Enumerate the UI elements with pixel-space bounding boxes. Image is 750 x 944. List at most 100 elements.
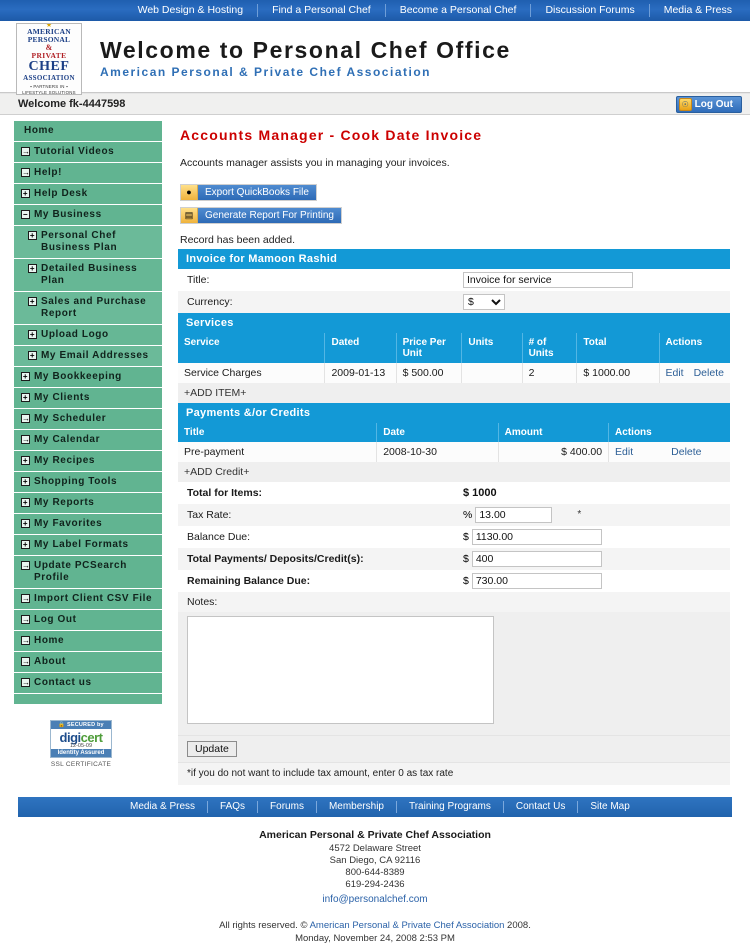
expand-icon[interactable]: + bbox=[21, 519, 30, 528]
sidebar-item-home-bottom[interactable]: → Home bbox=[14, 631, 162, 652]
sidebar-item-my-clients[interactable]: + My Clients bbox=[14, 388, 162, 409]
sidebar-item-my-bookkeeping[interactable]: + My Bookkeeping bbox=[14, 367, 162, 388]
ssl-certificate-badge[interactable]: 🔒 SECURED by digicert 12-05-09 Identity … bbox=[0, 720, 162, 768]
topnav-item-4[interactable]: Media & Press bbox=[650, 0, 746, 21]
tax-rate-input[interactable] bbox=[475, 506, 553, 523]
total-payments-input[interactable] bbox=[471, 550, 602, 567]
apcpa-logo[interactable]: ★ AMERICAN PERSONAL & PRIVATE CHEF ASSOC… bbox=[16, 23, 82, 95]
topnav-item-3[interactable]: Discussion Forums bbox=[531, 0, 648, 21]
export-icon: ● bbox=[181, 184, 198, 200]
expand-icon[interactable]: + bbox=[21, 189, 30, 198]
generate-report-button[interactable]: ▤ Generate Report For Printing bbox=[180, 206, 342, 224]
expand-icon[interactable]: → bbox=[21, 168, 30, 177]
expand-icon[interactable]: + bbox=[28, 231, 37, 240]
expand-icon[interactable]: + bbox=[21, 477, 30, 486]
expand-icon[interactable]: + bbox=[28, 264, 37, 273]
expand-icon[interactable]: → bbox=[21, 594, 30, 603]
footer-link-4[interactable]: Training Programs bbox=[397, 797, 503, 817]
add-credit-link[interactable]: +ADD Credit+ bbox=[178, 461, 730, 482]
footer-link-3[interactable]: Membership bbox=[317, 797, 396, 817]
delete-payment-link[interactable]: Delete bbox=[671, 446, 701, 458]
total-payments-value-cell: $ bbox=[463, 548, 730, 570]
sidebar-item-my-recipes[interactable]: + My Recipes bbox=[14, 451, 162, 472]
expand-icon[interactable]: → bbox=[21, 678, 30, 687]
expand-icon[interactable]: → bbox=[21, 657, 30, 666]
notes-textarea[interactable] bbox=[187, 615, 494, 724]
edit-service-link[interactable]: Edit bbox=[666, 367, 684, 379]
cell-payment-date: 2008-10-30 bbox=[376, 441, 499, 462]
logout-button[interactable]: ☉ Log Out bbox=[675, 95, 742, 113]
sidebar-item-detailed-business-plan[interactable]: + Detailed Business Plan bbox=[14, 259, 162, 292]
title-row: Title: bbox=[178, 269, 730, 291]
expand-icon[interactable]: → bbox=[21, 147, 30, 156]
update-button[interactable]: Update bbox=[187, 740, 237, 757]
footer-email-link[interactable]: info@personalchef.com bbox=[0, 894, 750, 905]
expand-icon[interactable]: + bbox=[21, 456, 30, 465]
expand-icon[interactable]: + bbox=[28, 297, 37, 306]
sidebar-item-update-pcsearch-profile[interactable]: → Update PCSearch Profile bbox=[14, 556, 162, 589]
footer-link-5[interactable]: Contact Us bbox=[504, 797, 577, 817]
export-quickbooks-button[interactable]: ● Export QuickBooks File bbox=[180, 183, 317, 201]
remaining-balance-input[interactable] bbox=[471, 572, 602, 589]
currency-select[interactable]: $ bbox=[463, 293, 505, 310]
digicert-badge[interactable]: 🔒 SECURED by digicert 12-05-09 Identity … bbox=[50, 720, 112, 758]
sidebar-item-my-calendar[interactable]: → My Calendar bbox=[14, 430, 162, 451]
add-item-link[interactable]: +ADD ITEM+ bbox=[178, 382, 730, 403]
sidebar-item-my-reports[interactable]: + My Reports bbox=[14, 493, 162, 514]
sidebar-item-label: Home bbox=[24, 125, 55, 136]
expand-icon[interactable]: + bbox=[21, 540, 30, 549]
expand-icon[interactable]: + bbox=[21, 498, 30, 507]
tax-footnote: *if you do not want to include tax amoun… bbox=[178, 761, 730, 785]
currency-row: Currency: $ bbox=[178, 290, 730, 313]
update-button-area: Update bbox=[178, 734, 730, 762]
footer-link-6[interactable]: Site Map bbox=[578, 797, 641, 817]
collapse-icon[interactable]: − bbox=[21, 210, 30, 219]
sidebar-item-label: Upload Logo bbox=[41, 329, 109, 340]
sidebar-item-import-client-csv-file[interactable]: → Import Client CSV File bbox=[14, 589, 162, 610]
footer-datetime: Monday, November 24, 2008 2:53 PM bbox=[295, 933, 455, 944]
expand-icon[interactable]: → bbox=[21, 615, 30, 624]
balance-due-input[interactable] bbox=[471, 528, 602, 545]
expand-icon[interactable]: + bbox=[21, 393, 30, 402]
sidebar-item-log-out[interactable]: → Log Out bbox=[14, 610, 162, 631]
expand-icon[interactable]: + bbox=[28, 330, 37, 339]
expand-icon[interactable]: → bbox=[21, 561, 30, 570]
sidebar-item-my-scheduler[interactable]: → My Scheduler bbox=[14, 409, 162, 430]
topnav-item-0[interactable]: Web Design & Hosting bbox=[124, 0, 257, 21]
sidebar-item-upload-logo[interactable]: + Upload Logo bbox=[14, 325, 162, 346]
logo-chef-word: CHEF bbox=[28, 59, 70, 74]
sidebar-item-about[interactable]: → About bbox=[14, 652, 162, 673]
total-items-value: $ 1000 bbox=[463, 486, 497, 499]
sidebar-item-personal-chef-business-plan[interactable]: + Personal Chef Business Plan bbox=[14, 226, 162, 259]
copyright-prefix: All rights reserved. © bbox=[219, 920, 310, 931]
sidebar-item-sales-and-purchase-report[interactable]: + Sales and Purchase Report bbox=[14, 292, 162, 325]
sidebar-item-my-favorites[interactable]: + My Favorites bbox=[14, 514, 162, 535]
sidebar-item-tutorial-videos[interactable]: → Tutorial Videos bbox=[14, 142, 162, 163]
expand-icon[interactable]: → bbox=[21, 414, 30, 423]
invoice-title-input[interactable] bbox=[463, 271, 633, 288]
delete-service-link[interactable]: Delete bbox=[694, 367, 724, 379]
sidebar-item-shopping-tools[interactable]: + Shopping Tools bbox=[14, 472, 162, 493]
footer-link-0[interactable]: Media & Press bbox=[118, 797, 207, 817]
sidebar-item-my-business[interactable]: − My Business bbox=[14, 205, 162, 226]
sidebar-item-help-desk[interactable]: + Help Desk bbox=[14, 184, 162, 205]
expand-icon[interactable]: → bbox=[21, 636, 30, 645]
tax-rate-footnote-marker: * bbox=[577, 509, 582, 520]
sidebar-item-contact-us[interactable]: → Contact us bbox=[14, 673, 162, 694]
expand-icon[interactable]: + bbox=[21, 372, 30, 381]
footer-phone-primary: 800-644-8389 bbox=[345, 867, 405, 878]
footer-link-1[interactable]: FAQs bbox=[208, 797, 257, 817]
edit-payment-link[interactable]: Edit bbox=[615, 446, 633, 458]
sidebar-item-my-label-formats[interactable]: + My Label Formats bbox=[14, 535, 162, 556]
tax-rate-row: Tax Rate: % * bbox=[178, 503, 730, 526]
footer-link-2[interactable]: Forums bbox=[258, 797, 316, 817]
expand-icon[interactable]: → bbox=[21, 435, 30, 444]
sidebar-item-home[interactable]: Home bbox=[14, 121, 162, 142]
copyright-brand-link[interactable]: American Personal & Private Chef Associa… bbox=[310, 920, 505, 931]
topnav-item-1[interactable]: Find a Personal Chef bbox=[258, 0, 385, 21]
sidebar-item-help[interactable]: → Help! bbox=[14, 163, 162, 184]
topnav-item-2[interactable]: Become a Personal Chef bbox=[386, 0, 531, 21]
sidebar-item-my-email-addresses[interactable]: + My Email Addresses bbox=[14, 346, 162, 367]
masthead: ★ AMERICAN PERSONAL & PRIVATE CHEF ASSOC… bbox=[0, 21, 750, 95]
expand-icon[interactable]: + bbox=[28, 351, 37, 360]
